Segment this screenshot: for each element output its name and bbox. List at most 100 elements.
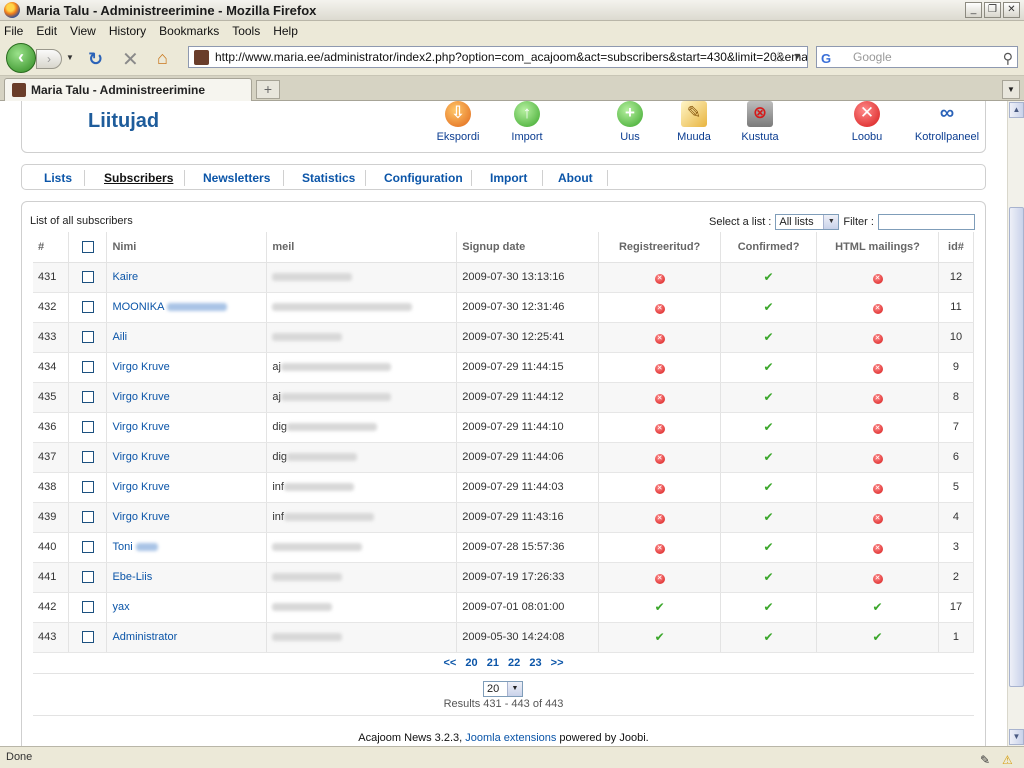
history-dropdown-icon[interactable]: ▼ (66, 53, 74, 62)
cross-icon[interactable]: ✕ (654, 363, 665, 374)
select-all-checkbox[interactable] (81, 240, 94, 253)
cell-html-mailings[interactable]: ✔ (816, 592, 939, 623)
row-checkbox[interactable] (81, 571, 94, 584)
cell-registered[interactable]: ✕ (598, 562, 722, 593)
pager-page[interactable]: 20 (465, 657, 477, 669)
cell-html-mailings[interactable]: ✕ (816, 502, 939, 533)
cell-registered[interactable]: ✕ (598, 262, 722, 293)
check-icon[interactable]: ✔ (764, 480, 774, 494)
control-panel-button[interactable]: ∞ Kotrollpaneel (912, 101, 982, 143)
check-icon[interactable]: ✔ (872, 600, 882, 614)
cell-name[interactable]: MOONIKA (106, 292, 268, 323)
check-icon[interactable]: ✔ (764, 600, 774, 614)
col-signup-date[interactable]: Signup date (456, 232, 600, 263)
cross-icon[interactable]: ✕ (872, 483, 883, 494)
maximize-button[interactable]: ❐ (984, 2, 1001, 18)
cell-html-mailings[interactable]: ✕ (816, 562, 939, 593)
cell-confirmed[interactable]: ✔ (720, 472, 818, 503)
check-icon[interactable]: ✔ (764, 570, 774, 584)
tab-active[interactable]: Maria Talu - Administreerimine (4, 78, 252, 101)
pager-page[interactable]: 23 (529, 657, 541, 669)
cell-confirmed[interactable]: ✔ (720, 442, 818, 473)
cell-confirmed[interactable]: ✔ (720, 292, 818, 323)
subscriber-name-link[interactable]: Aili (112, 331, 127, 343)
cross-icon[interactable]: ✕ (654, 453, 665, 464)
check-icon[interactable]: ✔ (764, 450, 774, 464)
cross-icon[interactable]: ✕ (654, 573, 665, 584)
cross-icon[interactable]: ✕ (654, 513, 665, 524)
col-name[interactable]: Nimi (106, 232, 268, 263)
cell-name[interactable]: Virgo Kruve (106, 382, 268, 413)
cell-html-mailings[interactable]: ✕ (816, 412, 939, 443)
subscriber-name-link[interactable]: Toni (112, 541, 132, 553)
cross-icon[interactable]: ✕ (654, 303, 665, 314)
cross-icon[interactable]: ✕ (872, 303, 883, 314)
cell-confirmed[interactable]: ✔ (720, 502, 818, 533)
subscriber-name-link[interactable]: Virgo Kruve (112, 361, 169, 373)
subscriber-name-link[interactable]: yax (112, 601, 129, 613)
search-icon[interactable]: ⚲ (1003, 48, 1013, 68)
cross-icon[interactable]: ✕ (872, 423, 883, 434)
check-icon[interactable]: ✔ (764, 630, 774, 644)
cell-html-mailings[interactable]: ✕ (816, 352, 939, 383)
subscriber-name-link[interactable]: MOONIKA (112, 301, 164, 313)
pager-page[interactable]: 21 (487, 657, 499, 669)
bookmark-star-icon[interactable]: ☆ (772, 48, 785, 66)
cell-html-mailings[interactable]: ✕ (816, 472, 939, 503)
subscriber-name-link[interactable]: Virgo Kruve (112, 511, 169, 523)
cross-icon[interactable]: ✕ (654, 423, 665, 434)
cell-registered[interactable]: ✔ (598, 622, 722, 653)
pager-page[interactable]: 22 (508, 657, 520, 669)
export-button[interactable]: ⇩ Ekspordi (428, 101, 488, 143)
delete-button[interactable]: ⊗ Kustuta (730, 101, 790, 143)
row-checkbox[interactable] (81, 421, 94, 434)
cell-confirmed[interactable]: ✔ (720, 262, 818, 293)
cross-icon[interactable]: ✕ (872, 363, 883, 374)
url-bar[interactable]: http://www.maria.ee/administrator/index2… (188, 46, 808, 68)
cell-name[interactable]: Virgo Kruve (106, 442, 268, 473)
back-arrow-icon[interactable]: ‹ (6, 43, 36, 73)
cross-icon[interactable]: ✕ (872, 333, 883, 344)
cell-registered[interactable]: ✔ (598, 592, 722, 623)
row-checkbox[interactable] (81, 361, 94, 374)
col-registered[interactable]: Registreeritud? (598, 232, 722, 263)
cross-icon[interactable]: ✕ (654, 393, 665, 404)
check-icon[interactable]: ✔ (872, 630, 882, 644)
cross-icon[interactable]: ✕ (654, 483, 665, 494)
google-engine-icon[interactable]: G (821, 49, 831, 69)
footer-joomla-link[interactable]: Joomla extensions (465, 732, 556, 744)
cell-name[interactable]: Virgo Kruve (106, 412, 268, 443)
col-html-mailings[interactable]: HTML mailings? (816, 232, 939, 263)
cross-icon[interactable]: ✕ (872, 393, 883, 404)
cell-registered[interactable]: ✕ (598, 322, 722, 353)
check-icon[interactable]: ✔ (764, 420, 774, 434)
cell-html-mailings[interactable]: ✕ (816, 382, 939, 413)
warning-icon[interactable]: ⚠ (1002, 750, 1013, 768)
check-icon[interactable]: ✔ (655, 600, 665, 614)
subscriber-name-link[interactable]: Virgo Kruve (112, 451, 169, 463)
menu-help[interactable]: Help (273, 24, 298, 38)
edit-button[interactable]: ✎ Muuda (664, 101, 724, 143)
menu-file[interactable]: File (4, 24, 23, 38)
row-checkbox[interactable] (81, 511, 94, 524)
cell-confirmed[interactable]: ✔ (720, 352, 818, 383)
home-icon[interactable]: ⌂ (157, 48, 168, 69)
cell-confirmed[interactable]: ✔ (720, 322, 818, 353)
cell-name[interactable]: Kaire (106, 262, 268, 293)
row-checkbox[interactable] (81, 271, 94, 284)
submenu-lists[interactable]: Lists (44, 171, 72, 185)
submenu-configuration[interactable]: Configuration (384, 171, 463, 185)
cell-html-mailings[interactable]: ✕ (816, 442, 939, 473)
cross-icon[interactable]: ✕ (654, 273, 665, 284)
menu-view[interactable]: View (70, 24, 96, 38)
cell-name[interactable]: yax (106, 592, 268, 623)
scroll-down-icon[interactable]: ▼ (1009, 729, 1024, 745)
submenu-newsletters[interactable]: Newsletters (203, 171, 270, 185)
cell-name[interactable]: Aili (106, 322, 268, 353)
close-button[interactable]: ✕ (1003, 2, 1020, 18)
pager-first[interactable]: << (443, 657, 456, 669)
subscriber-name-link[interactable]: Virgo Kruve (112, 421, 169, 433)
cell-registered[interactable]: ✕ (598, 292, 722, 323)
scroll-thumb[interactable] (1009, 207, 1024, 687)
cell-name[interactable]: Ebe-Liis (106, 562, 268, 593)
